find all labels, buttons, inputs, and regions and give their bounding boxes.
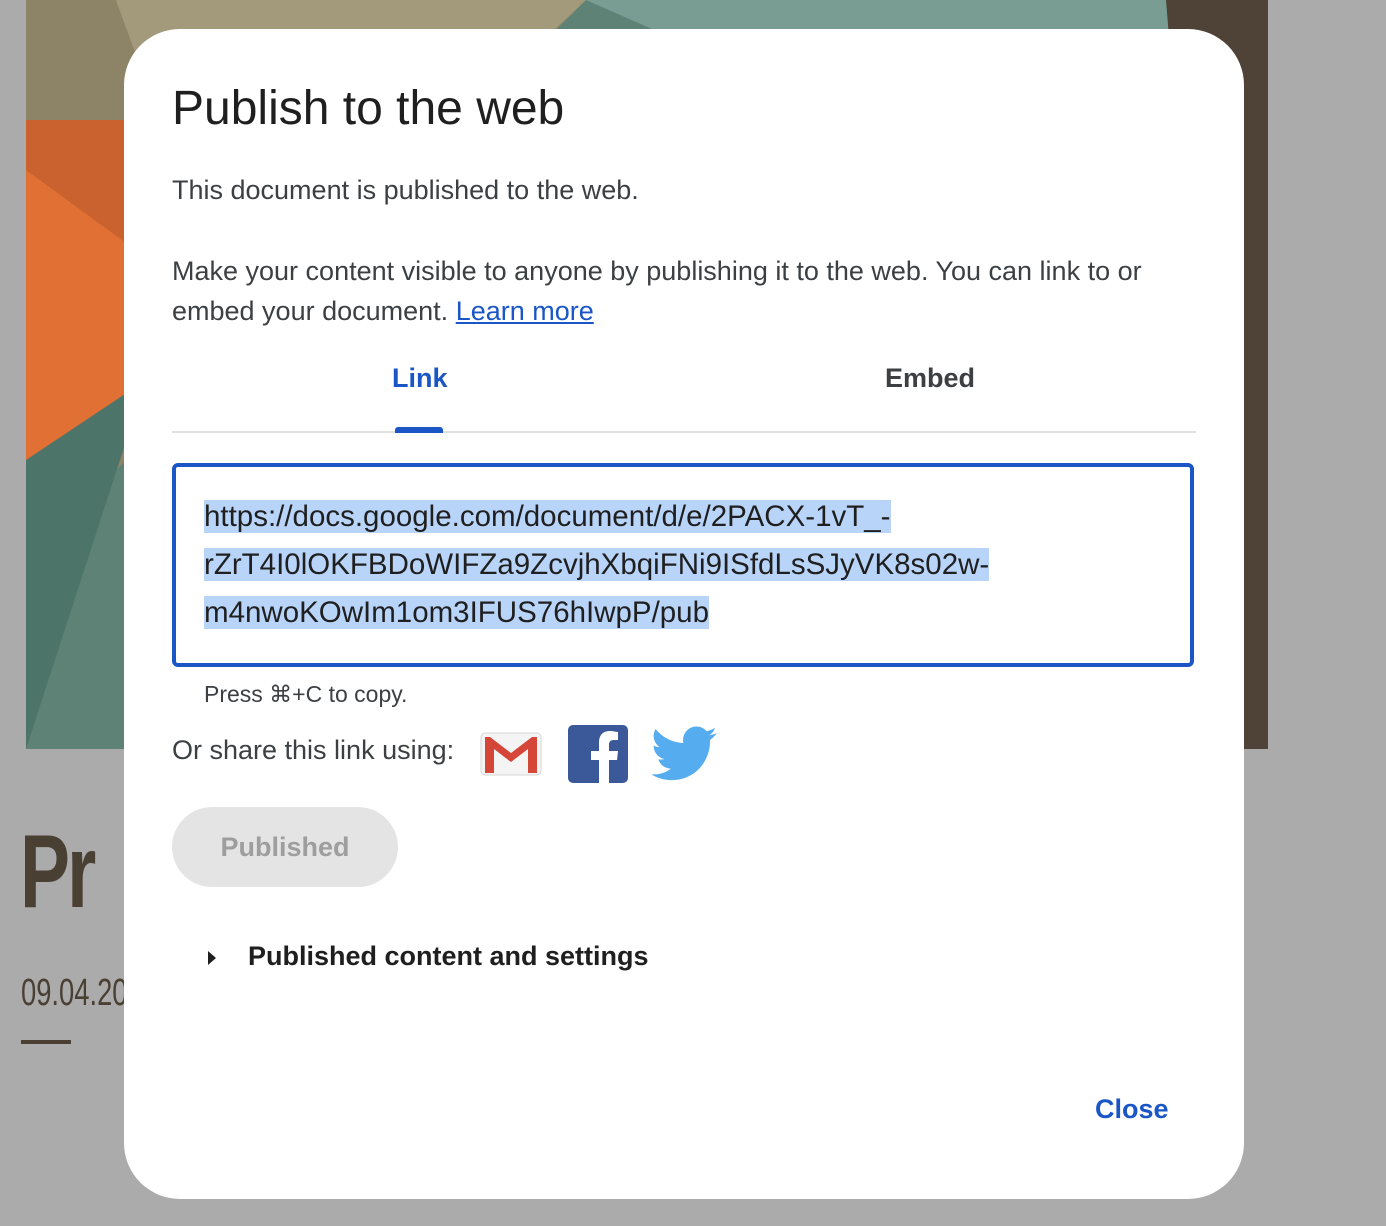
tab-link[interactable]: Link xyxy=(392,363,448,394)
link-line-2: rZrT4I0lOKFBDoWIFZa9ZcvjhXbqiFNi9ISfdLsS… xyxy=(204,548,990,581)
background-page-date: 09.04.20 xyxy=(21,972,128,1014)
publish-description: Make your content visible to anyone by p… xyxy=(172,251,1182,331)
publish-status-text: This document is published to the web. xyxy=(172,175,639,205)
link-line-1: https://docs.google.com/document/d/e/2PA… xyxy=(204,500,891,533)
description-text: Make your content visible to anyone by p… xyxy=(172,256,1142,326)
copy-hint: Press ⌘+C to copy. xyxy=(204,681,408,707)
gmail-icon[interactable] xyxy=(480,731,542,782)
published-link-field[interactable]: https://docs.google.com/document/d/e/2PA… xyxy=(172,463,1194,667)
background-divider xyxy=(21,1040,71,1044)
close-button[interactable]: Close xyxy=(1095,1094,1169,1125)
learn-more-link[interactable]: Learn more xyxy=(456,296,594,326)
expand-arrow-icon xyxy=(208,951,216,965)
link-line-3: m4nwoKOwIm1om3IFUS76hIwpP/pub xyxy=(204,596,710,629)
publish-tabs: Link Embed xyxy=(172,347,1196,433)
published-button[interactable]: Published xyxy=(172,807,398,887)
share-label: Or share this link using: xyxy=(172,735,455,765)
active-tab-indicator xyxy=(395,427,443,433)
tab-embed[interactable]: Embed xyxy=(885,363,975,394)
publish-dialog: Publish to the web This document is publ… xyxy=(124,29,1244,1199)
twitter-icon[interactable] xyxy=(650,725,718,788)
background-page-title: Pr xyxy=(20,814,96,930)
published-settings-label: Published content and settings xyxy=(248,941,649,971)
facebook-icon[interactable] xyxy=(568,725,628,788)
dialog-title: Publish to the web xyxy=(172,82,565,135)
published-link-text[interactable]: https://docs.google.com/document/d/e/2PA… xyxy=(204,493,1154,637)
